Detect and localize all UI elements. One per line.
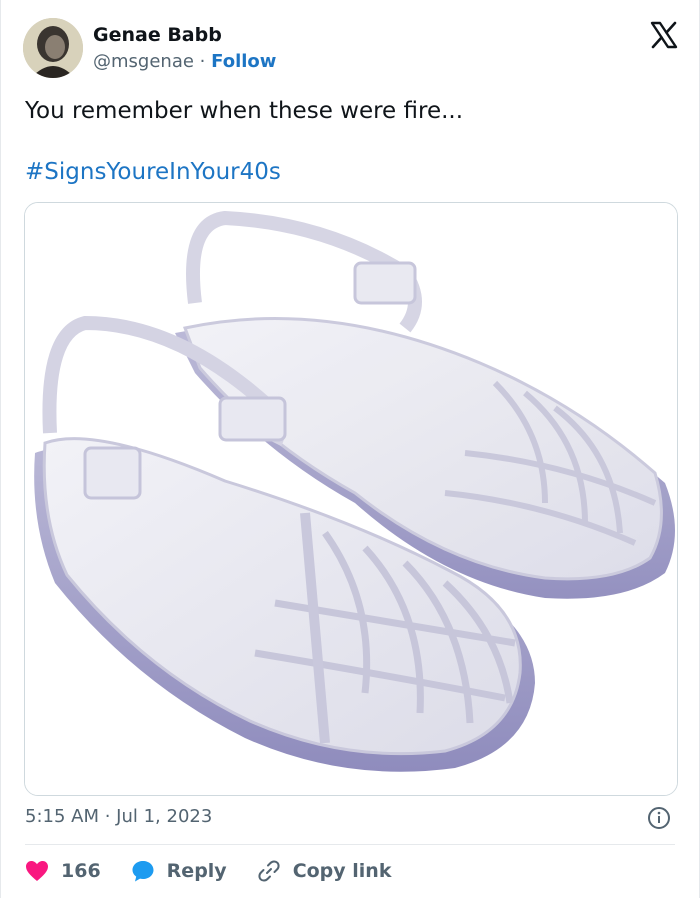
link-icon (258, 860, 280, 882)
reply-label: Reply (166, 860, 227, 882)
info-icon[interactable] (647, 806, 671, 830)
reply-button[interactable]: Reply (131, 859, 227, 883)
tweet-image[interactable] (24, 202, 678, 796)
jelly-sandals-illustration (25, 203, 677, 795)
author-handle-row: @msgenae · Follow (93, 51, 276, 72)
like-button[interactable]: 166 (25, 860, 101, 882)
speech-bubble-icon (132, 861, 154, 882)
author-handle[interactable]: @msgenae (93, 51, 194, 72)
tweet-text: You remember when these were fire... (25, 98, 464, 124)
tweet-actions: 166 Reply Copy link (25, 855, 421, 887)
follow-link[interactable]: Follow (211, 51, 276, 72)
hashtag-link[interactable]: #SignsYoureInYour40s (25, 157, 281, 187)
divider (25, 844, 675, 845)
copy-link-label: Copy link (292, 860, 392, 882)
like-count: 166 (61, 860, 101, 882)
x-logo-icon[interactable] (649, 20, 679, 50)
tweet-timestamp[interactable]: 5:15 AM · Jul 1, 2023 (25, 806, 212, 827)
author-name[interactable]: Genae Babb (93, 24, 222, 46)
heart-icon (26, 861, 48, 881)
copy-link-button[interactable]: Copy link (257, 859, 392, 883)
avatar[interactable] (23, 18, 83, 78)
tweet-card: Genae Babb @msgenae · Follow You remembe… (0, 0, 700, 898)
handle-separator: · (199, 51, 206, 72)
tweet-header: Genae Babb @msgenae · Follow (23, 18, 683, 80)
